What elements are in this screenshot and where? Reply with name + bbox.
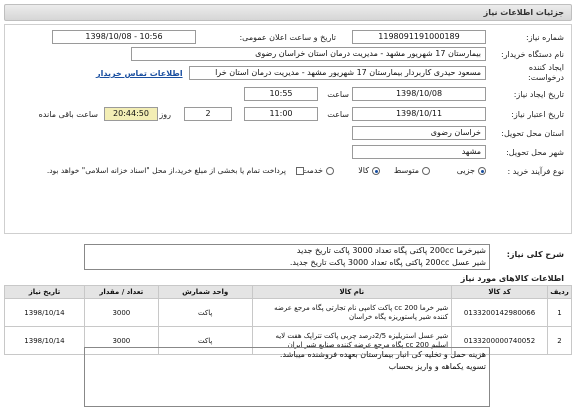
announce-datetime-field[interactable]: 1398/10/08 - 10:56 [52,30,196,44]
col-row: ردیف [547,285,572,299]
col-date: تاریخ نیاز [4,285,85,299]
buyer-notes-line-2: تسویه یکماهه و واریز بحساب [388,362,486,371]
cell-date: 1398/10/14 [4,326,85,355]
cell-qty: 3000 [83,298,159,327]
page-titlebar: جزئیات اطلاعات نیاز [4,4,572,21]
created-time-label: ساعت [327,90,349,99]
goods-type-option-goods-radio[interactable] [372,167,380,175]
general-desc-label: شرح کلی نیاز: [506,250,564,259]
general-desc-line-1: شیرخرما 200cc پاکتی پگاه تعداد 3000 پاکت… [296,246,486,255]
need-number-field[interactable]: 1198091191000189 [352,30,486,44]
created-label: تاریخ ایجاد نیاز: [513,90,564,99]
announce-datetime-label: تاریخ و ساعت اعلان عمومی: [239,33,336,42]
remaining-time-field: 20:44:50 [104,107,158,121]
purchase-type-option-small-label: جزیی [456,166,475,175]
col-code: کد کالا [451,285,549,299]
purchase-type-option-small-radio[interactable] [478,167,486,175]
deadline-days-field[interactable]: 2 [184,107,232,121]
remaining-time-label: ساعت باقی مانده [38,110,98,119]
page-title: جزئیات اطلاعات نیاز [483,8,564,17]
purchase-type-option-medium-radio[interactable] [422,167,430,175]
requester-label-line1: ایجاد کننده [528,63,564,72]
items-section-title: اطلاعات کالاهای مورد نیاز [460,274,564,283]
buyer-notes-line-1: هزینه حمل و تخلیه کی انبار بیمارستان بعه… [279,350,486,359]
created-date-field[interactable]: 1398/10/08 [352,87,486,101]
cell-date: 1398/10/14 [4,298,85,327]
goods-type-option-service-radio[interactable] [326,167,334,175]
cell-code: 0133200142980066 [451,298,549,327]
province-field[interactable]: خراسان رضوی [352,126,486,140]
province-label: استان محل تحویل: [501,129,564,138]
buyer-org-label: نام دستگاه خریدار: [501,50,564,59]
deadline-time-label: ساعت [327,110,349,119]
need-number-label: شماره نیاز: [526,33,564,42]
buyer-notes-box[interactable]: هزینه حمل و تخلیه کی انبار بیمارستان بعه… [84,347,490,407]
city-field[interactable]: مشهد [352,145,486,159]
cell-row: 2 [547,326,572,355]
purchase-type-label: نوع فرآیند خرید : [507,167,564,176]
general-desc-line-2: شیر عسل 200cc پاکتی پگاه تعداد 3000 پاکت… [289,258,486,267]
table-row[interactable]: 1 0133200142980066 شیر خرما 200 cc پاکت … [4,298,572,327]
col-unit: واحد شمارش [157,285,253,299]
city-label: شهر محل تحویل: [506,148,564,157]
cell-name: شیر خرما 200 cc پاکت کامپی نام تجارتی پگ… [251,298,453,327]
deadline-date-field[interactable]: 1398/10/11 [352,107,486,121]
goods-type-option-service-label: خدمت [301,166,323,175]
requester-field[interactable]: مسعود حیدری کاربردار بیمارستان 17 شهریور… [189,66,486,80]
buyer-contact-link[interactable]: اطلاعات تماس خریدار [96,69,183,78]
cell-name-line-1: شیر عسل استریلیزه 2/5درصد چربی پاکت تترا… [275,331,449,340]
general-desc-box[interactable]: شیرخرما 200cc پاکتی پگاه تعداد 3000 پاکت… [84,244,490,270]
cell-name-line-2: کننده شیر پاستوریزه پگاه خراسان [349,312,449,321]
deadline-label: تاریخ اعتبار نیاز: [511,110,564,119]
cell-unit: پاکت [157,298,253,327]
created-time-field[interactable]: 10:55 [244,87,318,101]
cell-name-line-1: شیر خرما 200 cc پاکت کامپی نام تجارتی پگ… [274,303,449,312]
requester-label-line2: درخواست: [528,73,564,82]
cell-row: 1 [547,298,572,327]
deadline-time-field[interactable]: 11:00 [244,107,318,121]
items-table: ردیف کد کالا نام کالا واحد شمارش تعداد /… [4,285,572,355]
col-name: نام کالا [251,285,453,299]
items-table-header: ردیف کد کالا نام کالا واحد شمارش تعداد /… [4,285,572,299]
goods-type-option-goods-label: کالا [358,166,369,175]
treasury-payment-checkbox[interactable] [296,167,304,175]
buyer-org-field[interactable]: بیمارستان 17 شهریور مشهد - مدیریت درمان … [131,47,486,61]
purchase-type-option-medium-label: متوسط [393,166,419,175]
treasury-payment-note: پرداخت تمام یا بخشی از مبلغ خرید،از محل … [46,166,286,175]
col-qty: تعداد / مقدار [83,285,159,299]
